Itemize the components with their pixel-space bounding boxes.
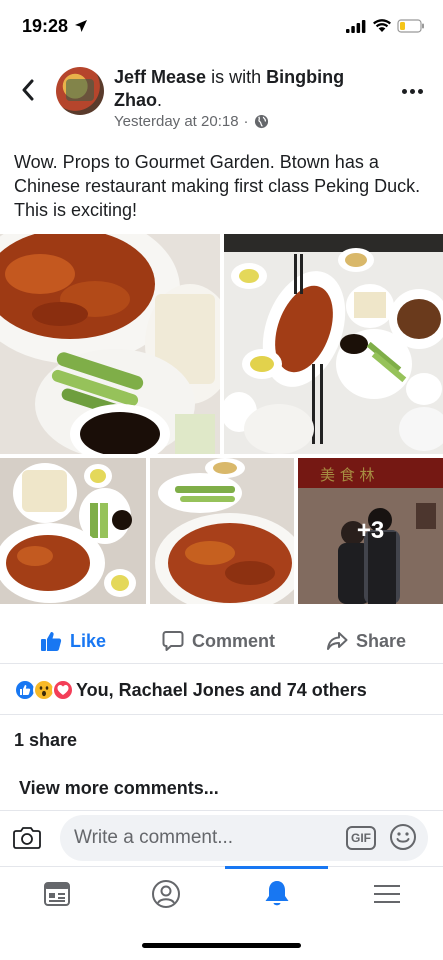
restaurant-table-image bbox=[224, 234, 443, 454]
post-header: Jeff Mease is with Bingbing Zhao. Yester… bbox=[0, 60, 443, 140]
thumbs-up-icon bbox=[41, 632, 62, 651]
dot bbox=[418, 88, 423, 94]
notifications-icon bbox=[265, 881, 289, 906]
share-label: Share bbox=[356, 630, 407, 651]
photo-4[interactable] bbox=[150, 458, 294, 604]
cellular-signal-icon bbox=[346, 20, 366, 33]
duck-closeup-image bbox=[150, 458, 294, 604]
author-name[interactable]: Jeff Mease bbox=[114, 67, 206, 87]
comment-bar: GIF bbox=[0, 810, 443, 866]
meta-separator: · bbox=[243, 113, 249, 130]
wifi-icon bbox=[373, 19, 391, 32]
globe-icon bbox=[254, 114, 268, 129]
comment-label: Comment bbox=[192, 630, 276, 651]
nav-notifications[interactable] bbox=[260, 877, 294, 911]
status-bar: 19:28 bbox=[0, 0, 443, 52]
nav-profile[interactable] bbox=[149, 877, 183, 911]
gif-button[interactable]: GIF bbox=[346, 826, 376, 850]
comment-button[interactable]: Comment bbox=[162, 626, 275, 656]
menu-icon bbox=[374, 885, 400, 903]
reaction-icons bbox=[14, 679, 76, 701]
share-button[interactable]: Share bbox=[326, 626, 406, 656]
duck-and-pancakes-image bbox=[0, 458, 146, 604]
camera-icon bbox=[13, 827, 41, 849]
photo-2[interactable] bbox=[224, 234, 443, 454]
dot bbox=[402, 88, 407, 94]
post-meta: Yesterday at 20:18 · bbox=[114, 113, 269, 130]
post-timestamp[interactable]: Yesterday at 20:18 bbox=[114, 113, 239, 130]
divider bbox=[0, 714, 443, 715]
share-icon bbox=[327, 632, 348, 650]
emoji-button[interactable] bbox=[389, 823, 417, 851]
peking-duck-platter-image bbox=[0, 234, 220, 454]
like-label: Like bbox=[70, 630, 107, 651]
shares-count[interactable]: 1 share bbox=[14, 730, 77, 751]
smiley-icon bbox=[390, 824, 416, 850]
news-feed-icon bbox=[44, 882, 70, 906]
profile-icon bbox=[152, 880, 180, 908]
love-reaction-icon bbox=[52, 679, 74, 701]
location-arrow-icon bbox=[75, 20, 87, 32]
post-author-line: Jeff Mease is with Bingbing Zhao. bbox=[114, 67, 345, 110]
camera-button[interactable] bbox=[12, 823, 42, 853]
back-button[interactable] bbox=[14, 76, 42, 104]
like-button[interactable]: Like bbox=[40, 626, 106, 656]
bottom-nav bbox=[0, 866, 443, 926]
chevron-left-icon bbox=[22, 79, 34, 101]
battery-icon bbox=[397, 19, 424, 33]
reactions-text: You, Rachael Jones and 74 others bbox=[76, 679, 367, 700]
comment-icon bbox=[162, 631, 184, 651]
photo-3[interactable] bbox=[0, 458, 146, 604]
nav-menu[interactable] bbox=[370, 877, 404, 911]
dot bbox=[410, 88, 415, 94]
avatar-art bbox=[66, 79, 94, 101]
home-indicator bbox=[142, 943, 301, 948]
post-options-button[interactable] bbox=[402, 86, 428, 96]
nav-news-feed[interactable] bbox=[40, 877, 74, 911]
post-text: Wow. Props to Gourmet Garden. Btown has … bbox=[14, 152, 421, 220]
author-avatar[interactable] bbox=[56, 67, 104, 115]
active-tab-indicator bbox=[225, 866, 328, 869]
with-text: is with bbox=[211, 67, 262, 87]
post-actions: Like Comment Share bbox=[0, 618, 443, 664]
reactions-summary[interactable]: You, Rachael Jones and 74 others bbox=[14, 676, 367, 704]
photo-1[interactable] bbox=[0, 234, 220, 454]
photo-5[interactable]: 美 食 林 +3 bbox=[298, 458, 443, 604]
view-more-comments-link[interactable]: View more comments... bbox=[19, 778, 219, 799]
more-photos-count: +3 bbox=[298, 458, 443, 604]
status-time: 19:28 bbox=[22, 16, 69, 36]
